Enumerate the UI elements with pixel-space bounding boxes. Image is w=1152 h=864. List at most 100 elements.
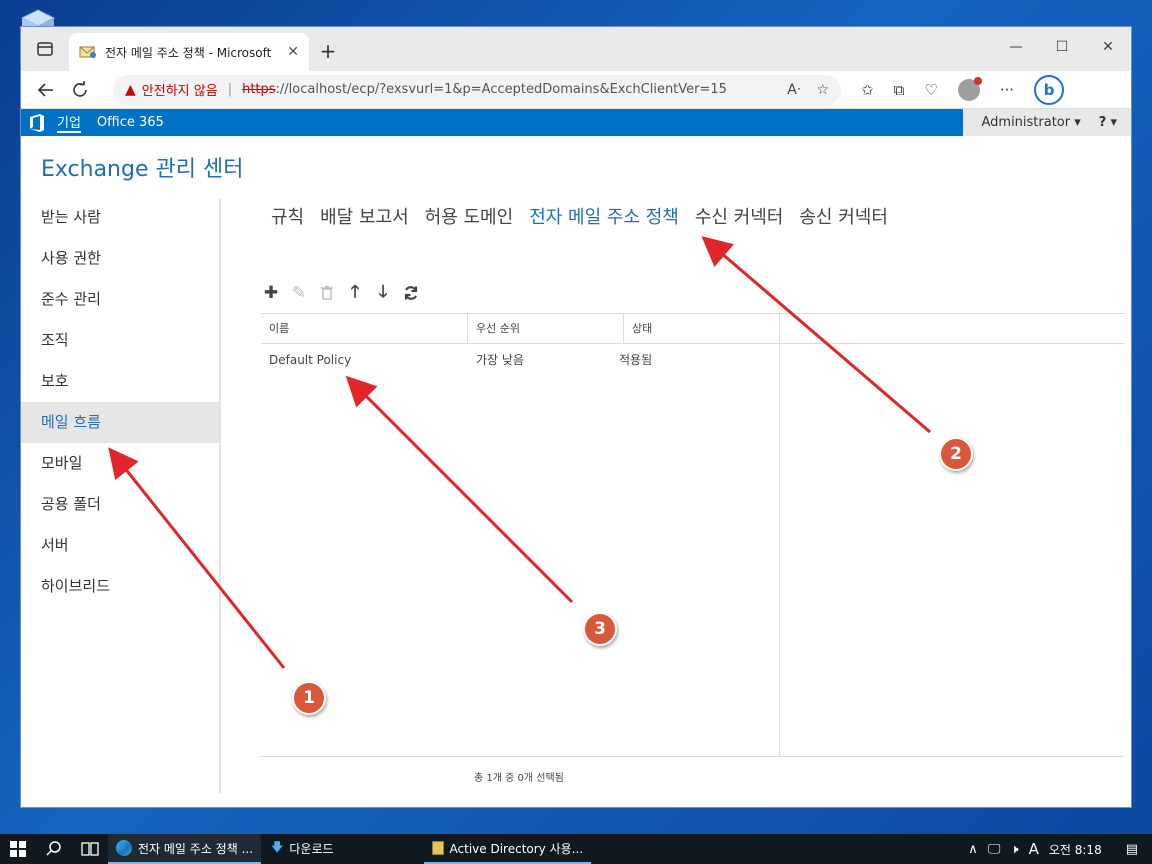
favorites-icon[interactable]: ✩: [861, 81, 874, 99]
move-up-icon[interactable]: 🡑: [345, 282, 365, 303]
browser-window: 전자 메일 주소 정책 - Microsoft ✕ + — ☐ ✕ ▲ 안전하지…: [20, 26, 1132, 808]
url-field[interactable]: ▲ 안전하지 않음 | https://localhost/ecp/?exsvu…: [113, 74, 841, 105]
search-icon[interactable]: [36, 834, 72, 864]
mail-flow-tabs: 규칙 배달 보고서 허용 도메인 전자 메일 주소 정책 수신 커넥터 송신 커…: [271, 203, 888, 229]
refresh-list-icon[interactable]: [401, 283, 421, 303]
taskbar-downloads-label: 다운로드: [289, 841, 334, 856]
nav-item-compliance[interactable]: 준수 관리: [21, 279, 219, 320]
taskbar-ad-label: Active Directory 사용...: [449, 841, 584, 856]
column-header-name[interactable]: 이름: [261, 314, 468, 344]
volume-muted-icon[interactable]: 🕨: [1010, 842, 1018, 857]
tab-title: 전자 메일 주소 정책 - Microsoft: [105, 45, 272, 60]
tab-delivery-reports[interactable]: 배달 보고서: [320, 203, 409, 229]
column-header-priority[interactable]: 우선 순위: [468, 314, 624, 344]
clock-ampm: 오전: [1048, 842, 1071, 857]
url-scheme: https: [242, 82, 276, 97]
annotation-badge-2: 2: [939, 437, 973, 471]
edit-icon[interactable]: ✎: [289, 283, 309, 303]
policy-list: 이름 우선 순위 상태 Default Policy 가장 낮음 적용됨: [261, 313, 1125, 757]
left-nav: 받는 사람 사용 권한 준수 관리 조직 보호 메일 흐름 모바일 공용 폴더 …: [21, 197, 219, 607]
clock[interactable]: 오전 8:18: [1049, 841, 1102, 858]
selection-status: 총 1개 중 0개 선택됨: [474, 773, 564, 784]
office-logo-icon[interactable]: [29, 113, 45, 132]
ad-tool-icon: [431, 841, 444, 855]
collections-icon[interactable]: ⧉: [894, 81, 905, 99]
system-tray: ∧ 🖵 🕨 A 오전 8:18 ▤: [968, 840, 1152, 858]
bing-copilot-icon[interactable]: b: [1034, 74, 1065, 105]
browser-tab-active[interactable]: 전자 메일 주소 정책 - Microsoft ✕: [69, 33, 309, 71]
taskbar-edge-item[interactable]: 전자 메일 주소 정책 ...: [108, 834, 262, 864]
edge-icon: [116, 840, 132, 856]
taskbar-ad-item[interactable]: Active Directory 사용...: [423, 834, 592, 864]
tab-rules[interactable]: 규칙: [271, 203, 304, 229]
annotation-badge-3: 3: [583, 612, 617, 646]
notification-icon[interactable]: ▤: [1126, 842, 1138, 857]
page-title: Exchange 관리 센터: [41, 157, 244, 182]
network-icon[interactable]: 🖵: [988, 842, 1001, 857]
window-close-button[interactable]: ✕: [1085, 27, 1131, 67]
clock-time: 8:18: [1074, 842, 1102, 857]
nav-item-servers[interactable]: 서버: [21, 525, 219, 566]
cell-name: Default Policy: [269, 353, 352, 367]
tray-chevron-icon[interactable]: ∧: [968, 842, 978, 857]
download-arrow-icon: 🡇: [271, 839, 284, 854]
minimize-button[interactable]: —: [993, 27, 1039, 67]
tab-close-icon[interactable]: ✕: [287, 44, 299, 60]
list-toolbar: ✚ ✎ 🡑 🡓: [261, 282, 421, 303]
nav-office365[interactable]: Office 365: [97, 115, 164, 130]
security-status[interactable]: 안전하지 않음: [142, 80, 218, 99]
favorite-star-icon[interactable]: ☆: [816, 82, 829, 98]
tab-email-address-policies[interactable]: 전자 메일 주소 정책: [529, 203, 679, 229]
refresh-icon: [73, 80, 87, 97]
nav-divider: [219, 199, 221, 793]
details-pane-divider: [779, 313, 780, 757]
windows-start-icon[interactable]: [0, 834, 36, 864]
grid-header: 이름 우선 순위 상태: [261, 313, 1125, 344]
nav-enterprise[interactable]: 기업: [57, 112, 81, 133]
read-aloud-icon[interactable]: A͏ᐧ: [787, 82, 800, 98]
new-tab-button[interactable]: +: [317, 39, 339, 63]
tab-accepted-domains[interactable]: 허용 도메인: [425, 203, 514, 229]
refresh-button[interactable]: [63, 75, 97, 105]
tab-send-connectors[interactable]: 송신 커넥터: [799, 203, 888, 229]
cell-status: 적용됨: [619, 353, 653, 367]
nav-item-public-folders[interactable]: 공용 폴더: [21, 484, 219, 525]
o365-top-bar: 기업 Office 365 Administrator ▾ ? ▾: [21, 109, 1131, 136]
admin-menu[interactable]: Administrator ▾: [981, 115, 1080, 130]
task-view-icon[interactable]: [72, 834, 108, 864]
maximize-button[interactable]: ☐: [1039, 27, 1085, 67]
profile-avatar[interactable]: [957, 76, 982, 101]
taskbar-edge-label: 전자 메일 주소 정책 ...: [138, 841, 254, 856]
more-menu-icon[interactable]: ···: [1000, 81, 1014, 99]
back-arrow-icon: [37, 82, 53, 97]
nav-item-mobile[interactable]: 모바일: [21, 443, 219, 484]
column-header-status[interactable]: 상태: [624, 314, 780, 344]
grid-bottom-border: [261, 756, 1125, 757]
help-icon: ?: [1098, 115, 1107, 130]
admin-name: Administrator: [981, 115, 1071, 130]
tab-receive-connectors[interactable]: 수신 커넥터: [695, 203, 784, 229]
delete-icon[interactable]: [317, 283, 337, 303]
help-menu[interactable]: ? ▾: [1099, 115, 1117, 130]
warning-icon[interactable]: ▲: [125, 82, 136, 98]
nav-item-protection[interactable]: 보호: [21, 361, 219, 402]
nav-item-recipients[interactable]: 받는 사람: [21, 197, 219, 238]
move-down-icon[interactable]: 🡓: [373, 282, 393, 303]
ime-indicator[interactable]: A: [1029, 840, 1039, 858]
back-button[interactable]: [29, 75, 63, 105]
url-text: ://localhost/ecp/?exsvurl=1&p=AcceptedDo…: [275, 82, 727, 97]
nav-item-mail-flow[interactable]: 메일 흐름: [21, 402, 219, 443]
url-separator: |: [227, 82, 233, 97]
taskbar: 전자 메일 주소 정책 ... 🡇 다운로드 Active Directory …: [0, 834, 1152, 864]
cell-priority: 가장 낮음: [476, 353, 524, 367]
add-icon[interactable]: ✚: [261, 283, 281, 303]
address-bar-row: ▲ 안전하지 않음 | https://localhost/ecp/?exsvu…: [21, 71, 1131, 109]
browser-essentials-icon[interactable]: ♡: [924, 81, 937, 99]
nav-item-hybrid[interactable]: 하이브리드: [21, 566, 219, 607]
nav-item-organization[interactable]: 조직: [21, 320, 219, 361]
tab-actions-icon[interactable]: [31, 37, 59, 61]
tab-bar: 전자 메일 주소 정책 - Microsoft ✕ + — ☐ ✕: [21, 27, 1131, 71]
nav-item-permissions[interactable]: 사용 권한: [21, 238, 219, 279]
taskbar-downloads-item[interactable]: 🡇 다운로드: [263, 834, 342, 864]
exchange-favicon-icon: [79, 46, 96, 58]
